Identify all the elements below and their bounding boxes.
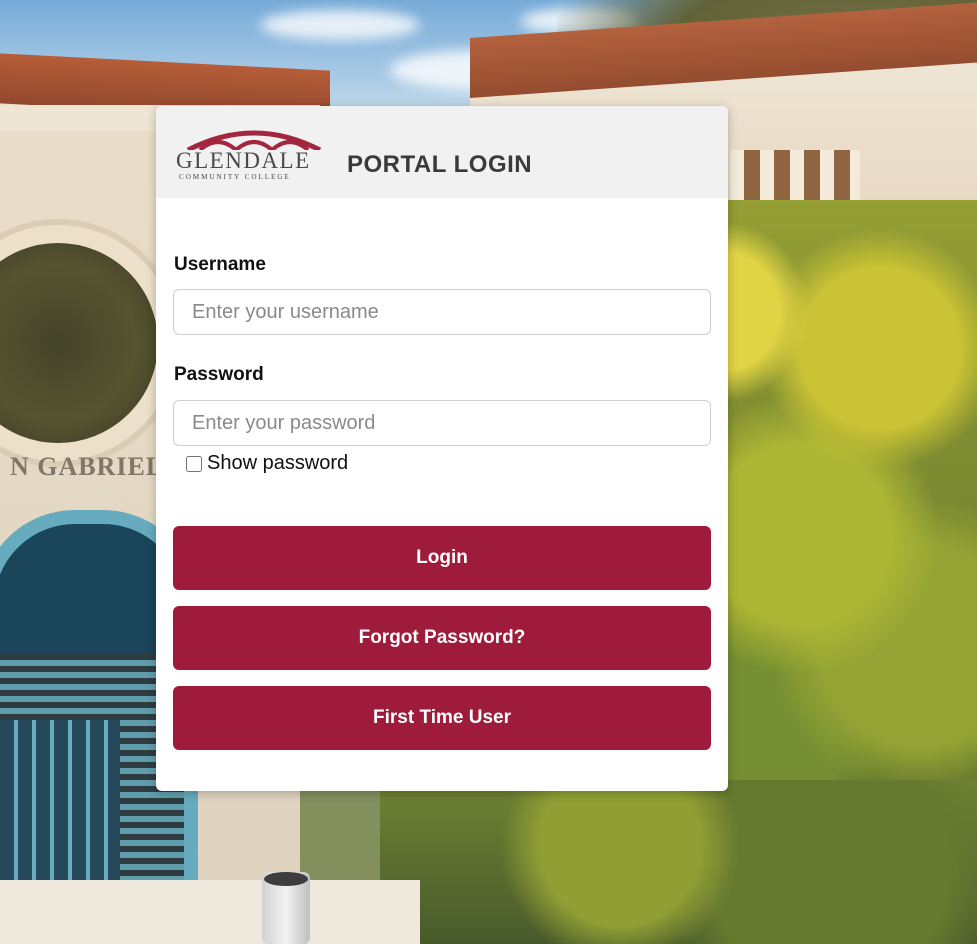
page-title: PORTAL LOGIN — [347, 151, 533, 178]
logo-subtitle: COMMUNITY COLLEGE — [179, 173, 291, 181]
glendale-arches-icon — [186, 130, 322, 150]
password-input[interactable] — [173, 400, 711, 446]
first-time-user-button[interactable]: First Time User — [173, 686, 711, 750]
login-button[interactable]: Login — [173, 526, 711, 590]
card-header: GLENDALE COMMUNITY COLLEGE PORTAL LOGIN — [156, 106, 728, 198]
show-password-checkbox[interactable] — [186, 455, 202, 472]
show-password-option[interactable]: Show password — [186, 452, 348, 475]
username-label: Username — [174, 254, 266, 275]
glendale-logo: GLENDALE COMMUNITY COLLEGE — [176, 124, 328, 186]
login-card: GLENDALE COMMUNITY COLLEGE PORTAL LOGIN … — [156, 106, 728, 791]
forgot-password-button[interactable]: Forgot Password? — [173, 606, 711, 670]
logo-wordmark: GLENDALE — [176, 148, 311, 173]
show-password-label: Show password — [207, 452, 349, 474]
username-input[interactable] — [173, 289, 711, 335]
password-label: Password — [174, 364, 264, 385]
